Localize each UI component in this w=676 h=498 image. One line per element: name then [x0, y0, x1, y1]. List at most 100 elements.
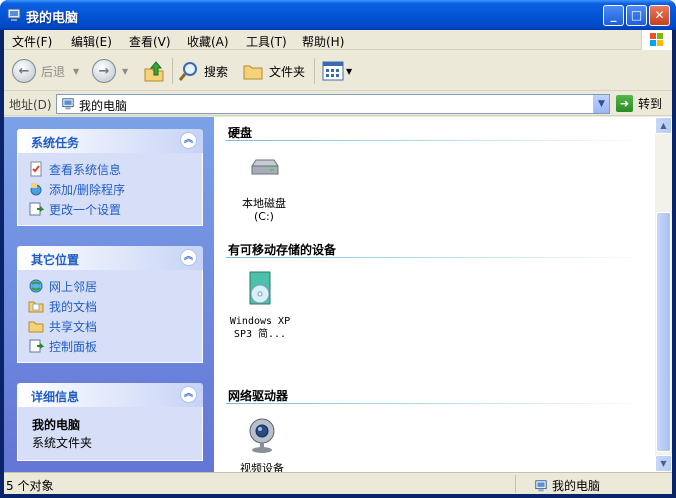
folders-button[interactable]: 文件夹: [242, 57, 305, 85]
cd-drive-icon: [249, 271, 271, 305]
scroll-down-button[interactable]: ▼: [655, 455, 672, 472]
link-label: 共享文档: [49, 319, 98, 334]
link-label: 更改一个设置: [49, 202, 122, 217]
collapse-chevron-icon[interactable]: ︽: [180, 386, 197, 403]
my-computer-icon: [62, 98, 74, 110]
control-panel-icon: [29, 202, 44, 216]
forward-arrow-icon: →: [92, 59, 116, 83]
my-documents-link[interactable]: 我的文档: [28, 296, 202, 316]
views-button[interactable]: ▼: [322, 57, 352, 85]
add-remove-programs-link[interactable]: 添加/删除程序: [28, 179, 202, 199]
group-divider: [226, 140, 653, 141]
go-button[interactable]: ➜ 转到: [616, 95, 662, 112]
item-label: Windows XP: [229, 316, 291, 327]
link-label: 网上邻居: [49, 279, 98, 294]
add-remove-icon: [30, 183, 42, 196]
menu-help[interactable]: 帮助(H): [302, 33, 344, 50]
link-label: 控制面板: [49, 339, 98, 354]
scroll-thumb[interactable]: [656, 212, 671, 452]
menu-view[interactable]: 查看(V): [129, 33, 171, 50]
close-button[interactable]: ✕: [649, 5, 670, 26]
forward-dropdown-icon[interactable]: ▼: [122, 67, 128, 76]
scroll-up-button[interactable]: ▲: [655, 117, 672, 134]
title-bar[interactable]: 我的电脑 _ □ ✕: [0, 0, 676, 30]
local-disk-c-item[interactable]: 本地磁盘 (C:): [224, 150, 304, 223]
folders-icon: [243, 65, 263, 80]
menu-edit[interactable]: 编辑(E): [71, 33, 112, 50]
link-label: 添加/删除程序: [49, 182, 126, 197]
collapse-chevron-icon[interactable]: ︽: [180, 132, 197, 149]
other-places-header[interactable]: 其它位置 ︽: [17, 246, 203, 270]
address-input[interactable]: 我的电脑 ▼: [56, 94, 610, 114]
panel-title: 其它位置: [31, 253, 80, 267]
status-bar: 5 个对象 我的电脑: [4, 472, 672, 494]
details-header[interactable]: 详细信息 ︽: [17, 383, 203, 407]
folders-label: 文件夹: [269, 64, 306, 79]
search-label: 搜索: [204, 64, 229, 79]
item-label: 本地磁盘: [242, 197, 286, 210]
vertical-scrollbar[interactable]: ▲ ▼: [655, 117, 672, 472]
shared-folder-icon: [28, 321, 44, 333]
control-panel-link[interactable]: 控制面板: [28, 336, 202, 356]
webcam-icon: [249, 418, 275, 453]
status-location: 我的电脑: [534, 477, 600, 494]
collapse-chevron-icon[interactable]: ︽: [180, 249, 197, 266]
task-pane: 系统任务 ︽ 查看系统信息 添加/删除程序 更改一个设置 其它位置 ︽ 网上邻居…: [4, 117, 214, 472]
network-places-link[interactable]: 网上邻居: [28, 276, 202, 296]
cd-drive-item[interactable]: Windows XP SP3 简...: [220, 268, 300, 341]
view-system-info-link[interactable]: 查看系统信息: [28, 159, 202, 179]
group-title-network-drives: 网络驱动器: [228, 389, 289, 403]
system-tasks-panel: 系统任务 ︽ 查看系统信息 添加/删除程序 更改一个设置: [17, 129, 203, 226]
address-label: 地址(D): [9, 98, 52, 112]
back-button[interactable]: ← 后退 ▼: [12, 57, 79, 85]
my-documents-folder-icon: [28, 301, 44, 313]
status-location-label: 我的电脑: [552, 479, 601, 493]
toolbar: ← 后退 ▼ → ▼ 搜索 文件夹 ▼: [4, 51, 672, 91]
shared-documents-link[interactable]: 共享文档: [28, 316, 202, 336]
item-label-2: (C:): [254, 210, 274, 223]
maximize-button[interactable]: □: [626, 5, 647, 26]
search-icon: [178, 62, 197, 81]
address-value: 我的电脑: [79, 99, 128, 113]
details-name: 我的电脑: [32, 418, 81, 432]
back-dropdown-icon[interactable]: ▼: [73, 67, 79, 76]
back-label: 后退: [41, 64, 66, 79]
video-device-item[interactable]: 视频设备: [222, 415, 302, 475]
views-dropdown-icon: ▼: [346, 66, 353, 76]
minimize-button[interactable]: _: [603, 5, 624, 26]
group-title-hard-disks: 硬盘: [228, 126, 253, 140]
go-arrow-icon: ➜: [616, 95, 633, 112]
details-body: 我的电脑 系统文件夹: [17, 407, 203, 461]
go-label: 转到: [638, 97, 663, 111]
details-panel: 详细信息 ︽ 我的电脑 系统文件夹: [17, 383, 203, 461]
menu-file[interactable]: 文件(F): [12, 33, 52, 50]
control-panel-icon: [29, 339, 44, 353]
toolbar-separator: [172, 58, 173, 84]
my-computer-icon: [535, 479, 547, 491]
toolbar-separator: [314, 58, 315, 84]
group-divider: [226, 403, 653, 404]
menu-favorites[interactable]: 收藏(A): [187, 33, 229, 50]
group-title-removable-storage: 有可移动存储的设备: [228, 243, 337, 257]
change-setting-link[interactable]: 更改一个设置: [28, 199, 202, 219]
address-bar: 地址(D) 我的电脑 ▼ ➜ 转到: [4, 92, 672, 116]
status-divider: [515, 475, 516, 493]
menu-bar: 文件(F) 编辑(E) 查看(V) 收藏(A) 工具(T) 帮助(H): [4, 30, 672, 50]
object-count: 5 个对象: [6, 479, 54, 493]
hard-disk-icon: [251, 159, 279, 175]
other-places-body: 网上邻居 我的文档 共享文档 控制面板: [17, 270, 203, 363]
address-dropdown-button[interactable]: ▼: [593, 95, 609, 113]
network-globe-icon: [29, 279, 43, 293]
content-pane: 硬盘 本地磁盘 (C:) 有可移动存储的设备 Windows XP SP3 简.…: [214, 117, 655, 475]
up-button[interactable]: [142, 57, 166, 85]
details-type: 系统文件夹: [32, 436, 93, 450]
my-computer-icon: [7, 8, 21, 21]
system-tasks-body: 查看系统信息 添加/删除程序 更改一个设置: [17, 153, 203, 226]
menu-tools[interactable]: 工具(T): [246, 33, 287, 50]
search-button[interactable]: 搜索: [178, 57, 228, 85]
forward-button[interactable]: → ▼: [92, 57, 128, 85]
system-info-icon: [30, 161, 42, 177]
system-tasks-header[interactable]: 系统任务 ︽: [17, 129, 203, 153]
panel-title: 详细信息: [31, 390, 80, 404]
panel-title: 系统任务: [31, 136, 80, 150]
